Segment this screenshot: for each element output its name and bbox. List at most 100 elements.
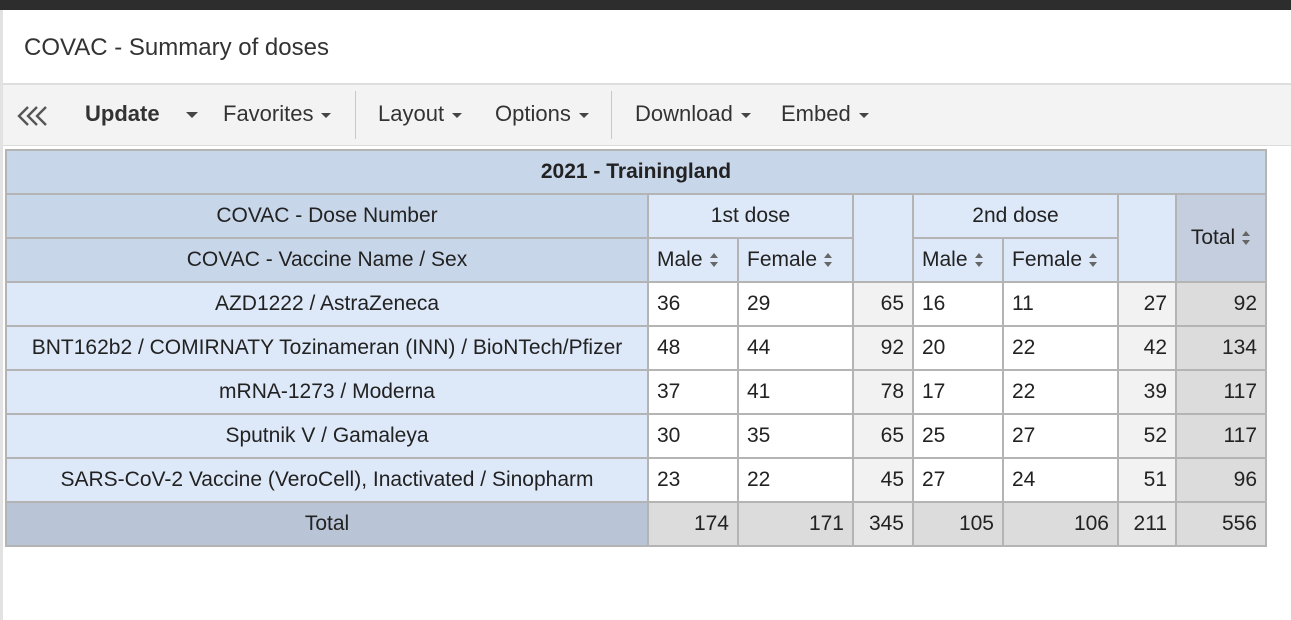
download-label: Download bbox=[635, 101, 733, 126]
sort-arrows-icon[interactable] bbox=[1088, 252, 1098, 268]
cell-dose2-male: 25 bbox=[912, 413, 1004, 459]
sex-header-male-1[interactable]: Male bbox=[647, 237, 739, 283]
triple-chevron-left-icon[interactable] bbox=[17, 105, 53, 132]
update-dropdown-button[interactable] bbox=[178, 101, 198, 127]
options-label: Options bbox=[495, 101, 571, 126]
total-dose2-male: 105 bbox=[912, 501, 1004, 547]
toolbar-divider bbox=[355, 91, 356, 139]
chevron-down-icon bbox=[740, 112, 751, 118]
row-label: Sputnik V / Gamaleya bbox=[5, 413, 649, 459]
cell-dose2-subtotal: 51 bbox=[1117, 457, 1177, 503]
sex-header-male-2[interactable]: Male bbox=[912, 237, 1004, 283]
cell-dose1-subtotal: 65 bbox=[852, 413, 914, 459]
sex-header-label: Female bbox=[747, 248, 818, 271]
cell-dose2-subtotal: 42 bbox=[1117, 325, 1177, 371]
cell-dose2-female: 11 bbox=[1002, 281, 1119, 327]
pivot-table: 2021 - Trainingland COVAC - Dose Number … bbox=[5, 149, 1267, 547]
cell-dose1-female: 35 bbox=[737, 413, 854, 459]
table-row: BNT162b2 / COMIRNATY Tozinameran (INN) /… bbox=[5, 325, 1267, 371]
table-row: AZD1222 / AstraZeneca 36 29 65 16 11 27 … bbox=[5, 281, 1267, 327]
table-row: mRNA-1273 / Moderna 37 41 78 17 22 39 11… bbox=[5, 369, 1267, 415]
cell-dose1-subtotal: 92 bbox=[852, 325, 914, 371]
update-button[interactable]: Update bbox=[85, 101, 160, 127]
download-menu[interactable]: Download bbox=[635, 101, 751, 127]
grand-total: 556 bbox=[1175, 501, 1267, 547]
row-label: BNT162b2 / COMIRNATY Tozinameran (INN) /… bbox=[5, 325, 649, 371]
update-label: Update bbox=[85, 101, 160, 126]
page-title: COVAC - Summary of doses bbox=[24, 34, 329, 61]
embed-label: Embed bbox=[781, 101, 851, 126]
chevron-down-icon bbox=[858, 112, 869, 118]
cell-row-total: 92 bbox=[1175, 281, 1267, 327]
subtotal-header-2 bbox=[1117, 193, 1177, 283]
cell-row-total: 134 bbox=[1175, 325, 1267, 371]
row-label: mRNA-1273 / Moderna bbox=[5, 369, 649, 415]
cell-dose2-subtotal: 52 bbox=[1117, 413, 1177, 459]
table-row: Sputnik V / Gamaleya 30 35 65 25 27 52 1… bbox=[5, 413, 1267, 459]
cell-dose2-female: 22 bbox=[1002, 325, 1119, 371]
total-dose1-female: 171 bbox=[737, 501, 854, 547]
cell-dose1-female: 22 bbox=[737, 457, 854, 503]
toolbar-divider bbox=[611, 91, 612, 139]
cell-dose2-subtotal: 39 bbox=[1117, 369, 1177, 415]
cell-dose2-male: 27 bbox=[912, 457, 1004, 503]
total-row: Total 174 171 345 105 106 211 556 bbox=[5, 501, 1267, 547]
sort-arrows-icon[interactable] bbox=[709, 252, 719, 268]
cell-dose1-subtotal: 78 bbox=[852, 369, 914, 415]
row-label: SARS-CoV-2 Vaccine (VeroCell), Inactivat… bbox=[5, 457, 649, 503]
cell-row-total: 117 bbox=[1175, 413, 1267, 459]
dimension-column-header: COVAC - Dose Number bbox=[5, 193, 649, 239]
cell-dose2-female: 22 bbox=[1002, 369, 1119, 415]
sex-header-female-2[interactable]: Female bbox=[1002, 237, 1119, 283]
total-dose2-subtotal: 211 bbox=[1117, 501, 1177, 547]
total-row-label: Total bbox=[5, 501, 649, 547]
layout-menu[interactable]: Layout bbox=[378, 101, 463, 127]
total-dose1-subtotal: 345 bbox=[852, 501, 914, 547]
cell-dose1-male: 30 bbox=[647, 413, 739, 459]
cell-dose1-female: 41 bbox=[737, 369, 854, 415]
cell-dose1-male: 48 bbox=[647, 325, 739, 371]
sort-arrows-icon[interactable] bbox=[974, 252, 984, 268]
dimension-row-header: COVAC - Vaccine Name / Sex bbox=[5, 237, 649, 283]
table-caption: 2021 - Trainingland bbox=[5, 149, 1267, 195]
cell-row-total: 117 bbox=[1175, 369, 1267, 415]
cell-dose1-subtotal: 45 bbox=[852, 457, 914, 503]
options-menu[interactable]: Options bbox=[495, 101, 589, 127]
total-header-label: Total bbox=[1190, 226, 1236, 249]
table-row: SARS-CoV-2 Vaccine (VeroCell), Inactivat… bbox=[5, 457, 1267, 503]
sort-arrows-icon[interactable] bbox=[1241, 230, 1251, 246]
embed-menu[interactable]: Embed bbox=[781, 101, 869, 127]
cell-row-total: 96 bbox=[1175, 457, 1267, 503]
dose-group-header-2: 2nd dose bbox=[912, 193, 1119, 239]
cell-dose2-female: 27 bbox=[1002, 413, 1119, 459]
sort-arrows-icon[interactable] bbox=[823, 252, 833, 268]
total-dose2-female: 106 bbox=[1002, 501, 1119, 547]
cell-dose2-female: 24 bbox=[1002, 457, 1119, 503]
total-dose1-male: 174 bbox=[647, 501, 739, 547]
chevron-down-icon bbox=[578, 112, 589, 118]
cell-dose2-male: 20 bbox=[912, 325, 1004, 371]
sex-header-female-1[interactable]: Female bbox=[737, 237, 854, 283]
cell-dose1-subtotal: 65 bbox=[852, 281, 914, 327]
chevron-down-icon bbox=[186, 112, 198, 119]
sex-header-label: Female bbox=[1012, 248, 1083, 271]
cell-dose1-female: 44 bbox=[737, 325, 854, 371]
window-top-bar bbox=[0, 0, 1291, 10]
cell-dose2-subtotal: 27 bbox=[1117, 281, 1177, 327]
cell-dose2-male: 17 bbox=[912, 369, 1004, 415]
cell-dose1-male: 36 bbox=[647, 281, 739, 327]
toolbar: Update Favorites Layout Options Download… bbox=[3, 85, 1291, 146]
row-label: AZD1222 / AstraZeneca bbox=[5, 281, 649, 327]
sex-header-label: Male bbox=[922, 248, 968, 271]
favorites-menu[interactable]: Favorites bbox=[223, 101, 332, 127]
dose-group-header-1: 1st dose bbox=[647, 193, 854, 239]
chevron-down-icon bbox=[321, 112, 332, 118]
cell-dose1-male: 23 bbox=[647, 457, 739, 503]
favorites-label: Favorites bbox=[223, 101, 314, 126]
chevron-down-icon bbox=[452, 112, 463, 118]
total-column-header[interactable]: Total bbox=[1175, 193, 1267, 283]
layout-label: Layout bbox=[378, 101, 445, 126]
cell-dose1-female: 29 bbox=[737, 281, 854, 327]
cell-dose2-male: 16 bbox=[912, 281, 1004, 327]
title-bar: COVAC - Summary of doses bbox=[3, 10, 1291, 85]
